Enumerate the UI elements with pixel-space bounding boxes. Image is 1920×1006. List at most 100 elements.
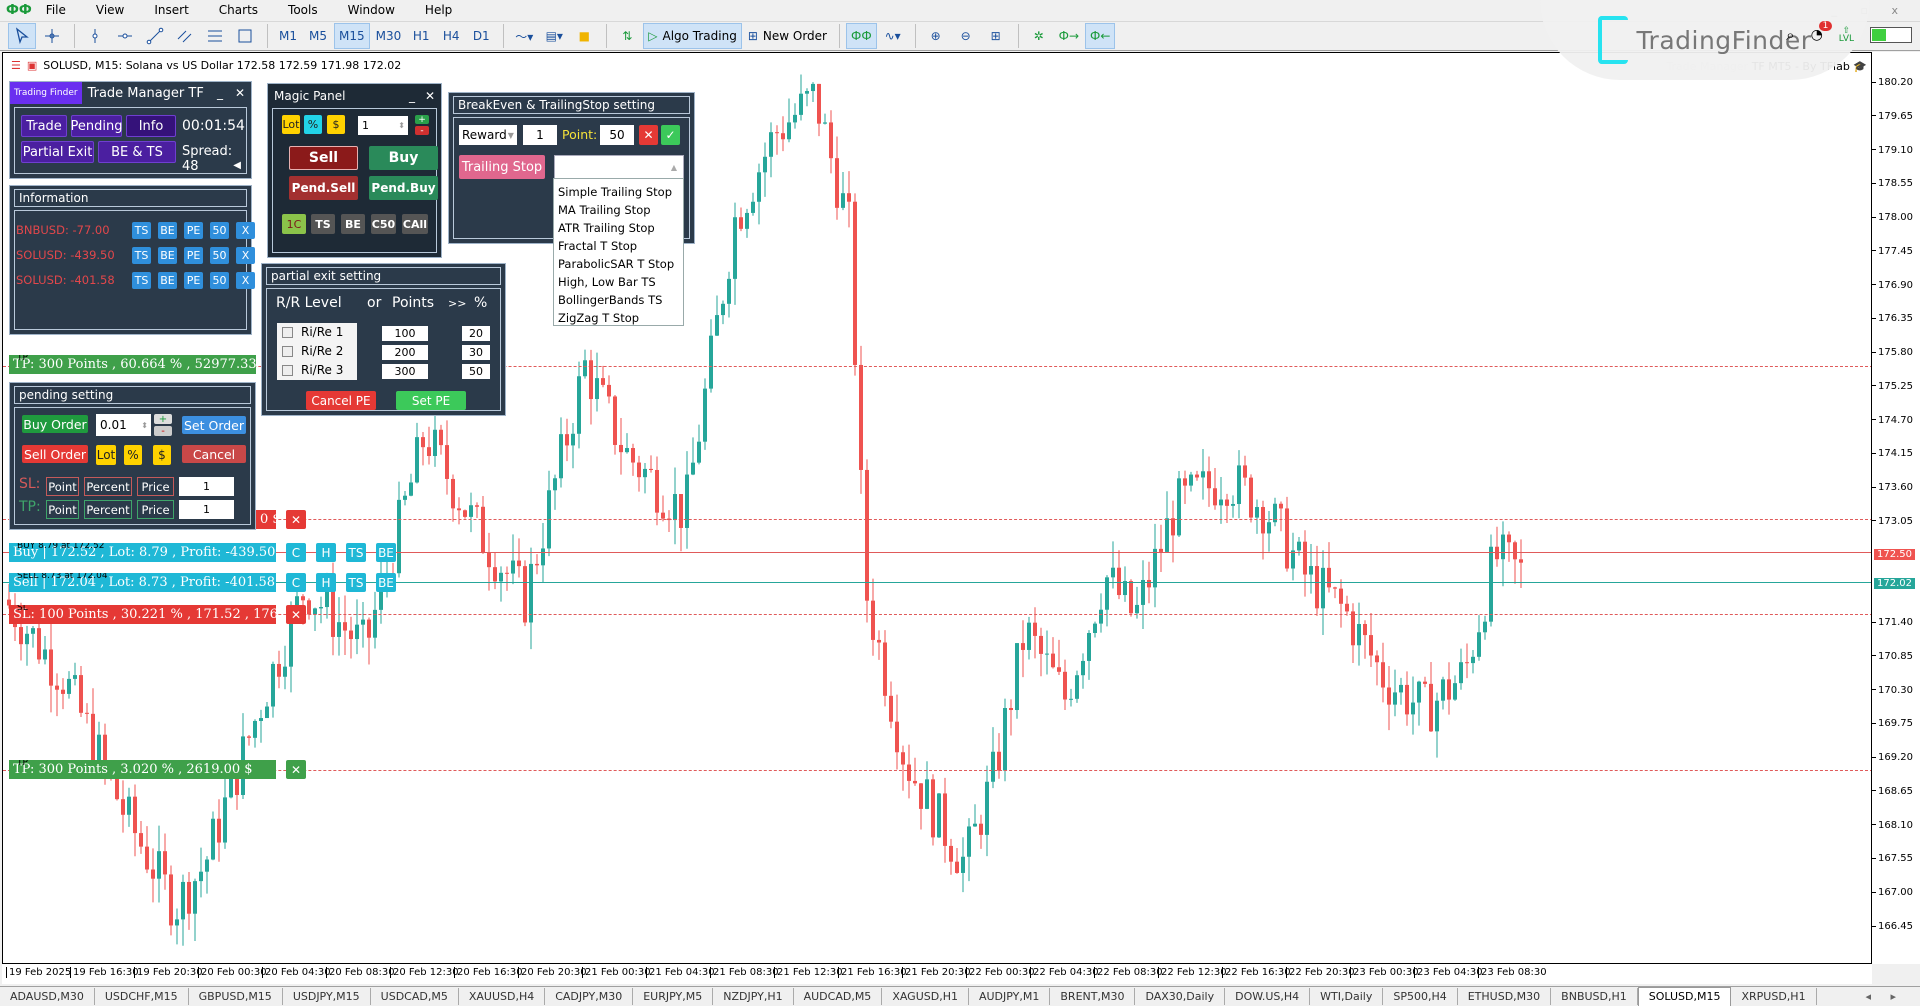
unit-percent-button[interactable]: % — [124, 445, 142, 465]
cursor-tool-icon[interactable] — [8, 23, 36, 49]
spinner-icon[interactable]: ⬍ — [398, 121, 405, 130]
sl-top-bar-tail[interactable]: 0 $ — [256, 510, 276, 529]
pending-buy-button[interactable]: Pend.Buy — [369, 176, 438, 200]
sell-hedge-button[interactable]: H — [316, 573, 336, 592]
tp-percent-button[interactable]: Percent — [84, 500, 132, 519]
pe-percent-input[interactable]: 20 — [462, 326, 490, 341]
trailing-stop-button[interactable]: Trailing Stop — [459, 155, 545, 179]
trailing-type-select[interactable]: ▲ — [554, 155, 684, 179]
magic-decrease-button[interactable]: - — [415, 126, 429, 136]
pending-sell-button[interactable]: Pend.Sell — [289, 176, 358, 200]
templates-dropdown-icon[interactable]: ▤▾ — [540, 23, 568, 49]
chart-tab[interactable]: ADAUSD,M30 — [0, 987, 95, 1005]
tab-trade[interactable]: Trade — [21, 115, 67, 137]
collapse-arrow-icon[interactable]: ◀ — [233, 160, 241, 171]
rr-checkbox[interactable] — [282, 365, 293, 376]
candlestick-chart-icon[interactable]: ФФ — [845, 23, 877, 49]
info-pe-button[interactable]: PE — [184, 247, 203, 264]
vertical-line-tool-icon[interactable] — [81, 23, 109, 49]
chart-properties-icon[interactable]: ▣ — [27, 59, 37, 72]
timeframe-m15[interactable]: M15 — [334, 23, 370, 49]
cancel-pe-button[interactable]: Cancel PE — [306, 391, 376, 410]
buy-hedge-button[interactable]: H — [316, 543, 336, 562]
indicators-dropdown-icon[interactable]: 〜▾ — [510, 23, 538, 49]
sl-close-button[interactable]: ✕ — [286, 605, 306, 624]
info-x-button[interactable]: X — [236, 222, 255, 239]
chart-tab[interactable]: SOLUSD,M15 — [1637, 986, 1732, 1006]
menu-file[interactable]: File — [46, 3, 66, 17]
menu-insert[interactable]: Insert — [154, 3, 188, 17]
tab-scroll-arrows-icon[interactable]: ◂ ▸ — [1865, 990, 1904, 1003]
chart-tab[interactable]: AUDCAD,M5 — [794, 987, 883, 1005]
sell-breakeven-button[interactable]: BE — [376, 573, 396, 592]
chart-menu-icon[interactable]: ☰ — [11, 59, 21, 72]
sell-button[interactable]: Sell — [289, 146, 358, 170]
trailing-option[interactable]: MA Trailing Stop — [554, 201, 683, 219]
sl-percent-button[interactable]: Percent — [84, 477, 132, 496]
time-axis[interactable]: 19 Feb 2025 19 Feb 16:30 19 Feb 20:30 20 Fe… — [2, 964, 1872, 984]
info-ts-button[interactable]: TS — [132, 272, 151, 289]
crosshair-tool-icon[interactable] — [38, 23, 66, 49]
chart-tab[interactable]: GBPUSD,M15 — [189, 987, 283, 1005]
sell-close-button[interactable]: C — [286, 573, 306, 592]
info-x-button[interactable]: X — [236, 247, 255, 264]
chart-tab[interactable]: SP500,H4 — [1383, 987, 1458, 1005]
tp-top-bar[interactable]: TP TP: 300 Points , 60.664 % , 52977.33 $ — [9, 355, 256, 374]
algo-trading-button[interactable]: ▷ Algo Trading — [643, 23, 742, 49]
menu-window[interactable]: Window — [348, 3, 395, 17]
sell-order-button[interactable]: Sell Order — [22, 445, 88, 463]
sell-position-bar[interactable]: SELL 8.73 at 172.04 Sell | 172.04 , Lot: … — [9, 573, 276, 592]
fibonacci-tool-icon[interactable] — [201, 23, 229, 49]
minimize-icon[interactable]: _ — [409, 89, 415, 103]
profiles-folder-icon[interactable]: ■ — [570, 23, 598, 49]
info-ts-button[interactable]: TS — [132, 222, 151, 239]
timeframe-d1[interactable]: D1 — [467, 23, 495, 49]
cancel-order-button[interactable]: Cancel — [182, 445, 246, 463]
close-50-button[interactable]: C50 — [371, 214, 396, 234]
tp-value-input[interactable]: 1 — [179, 500, 234, 519]
info-50-button[interactable]: 50 — [210, 272, 229, 289]
pe-points-input[interactable]: 100 — [382, 326, 428, 341]
pe-points-input[interactable]: 300 — [382, 364, 428, 379]
line-chart-dropdown-icon[interactable]: ∿▾ — [879, 23, 907, 49]
timeframe-h1[interactable]: H1 — [407, 23, 435, 49]
magic-be-button[interactable]: BE — [341, 214, 365, 234]
chart-tab[interactable]: WTI,Daily — [1310, 987, 1384, 1005]
close-icon[interactable]: ✕ — [425, 89, 435, 103]
rr-checkbox[interactable] — [282, 327, 293, 338]
info-ts-button[interactable]: TS — [132, 247, 151, 264]
chart-tab[interactable]: XAGUSD,H1 — [882, 987, 969, 1005]
shapes-tool-icon[interactable] — [231, 23, 259, 49]
sl-price-button[interactable]: Price — [137, 477, 174, 496]
buy-position-bar[interactable]: BUY 8.79 at 172.52 Buy | 172.52 , Lot: 8.… — [9, 543, 276, 562]
buy-button[interactable]: Buy — [369, 146, 438, 170]
magic-percent-button[interactable]: % — [304, 115, 322, 134]
spinner-icon[interactable]: ⬍ — [141, 421, 148, 430]
tab-info[interactable]: Info — [126, 115, 176, 137]
magic-lot-button[interactable]: Lot — [282, 115, 300, 134]
unit-dollar-button[interactable]: $ — [153, 445, 171, 465]
menu-view[interactable]: View — [96, 3, 124, 17]
info-be-button[interactable]: BE — [158, 222, 177, 239]
sl-top-close-button[interactable]: ✕ — [286, 510, 306, 529]
settings-gear-icon[interactable]: ✲ — [1025, 23, 1053, 49]
sl-point-button[interactable]: Point — [46, 477, 79, 496]
magic-qty-input[interactable]: 1 ⬍ — [358, 116, 408, 135]
chart-tab[interactable]: BNBUSD,H1 — [1551, 987, 1638, 1005]
buy-breakeven-button[interactable]: BE — [376, 543, 396, 562]
timeframe-m5[interactable]: M5 — [304, 23, 332, 49]
minimize-icon[interactable]: _ — [217, 86, 223, 100]
zoom-out-icon[interactable]: ⊖ — [952, 23, 980, 49]
set-order-button[interactable]: Set Order — [182, 416, 246, 434]
pending-lot-input[interactable]: 0.01 ⬍ — [96, 414, 151, 436]
timeframe-h4[interactable]: H4 — [437, 23, 465, 49]
magic-dollar-button[interactable]: $ — [327, 115, 345, 134]
magic-ts-button[interactable]: TS — [311, 214, 335, 234]
chart-shift-icon[interactable]: Ф→ — [1055, 23, 1083, 49]
sell-trailing-button[interactable]: TS — [346, 573, 366, 592]
chart-tab[interactable]: AUDJPY,M1 — [969, 987, 1051, 1005]
chart-tab[interactable]: USDJPY,M15 — [283, 987, 371, 1005]
close-all-button[interactable]: CAll — [402, 214, 428, 234]
trade-manager-header[interactable]: Trading Finder Trade Manager TF _ ✕ — [10, 82, 251, 104]
close-icon[interactable]: ✕ — [235, 86, 245, 100]
